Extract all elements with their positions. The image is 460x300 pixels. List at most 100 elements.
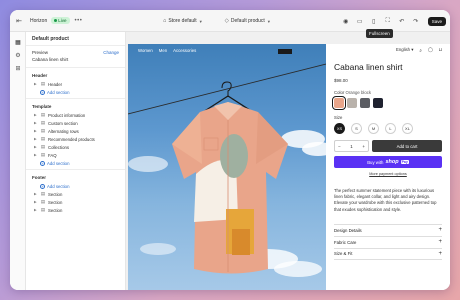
size-option[interactable]: M [368,123,379,134]
store-logo[interactable] [278,49,292,54]
theme-name: Horizon [30,17,48,24]
sidebar-item-faq[interactable]: ▶ ▤ FAQ [26,151,125,159]
sidebar-item-header[interactable]: ▶ ▤ Header [26,80,125,88]
color-swatch[interactable] [373,98,383,108]
undo-icon[interactable]: ↶ [398,17,406,25]
sidebar-item-label: Section [48,207,63,213]
exit-icon[interactable]: ⇤ [10,10,28,32]
search-icon[interactable]: ⌕ [419,48,421,53]
sidebar-item-footer-section[interactable]: ▶ ▤ Section [26,198,125,206]
template-selectors: ⌂ Store default ▼ ◇ Default product ▼ [163,10,271,32]
nav-link[interactable]: Accessories [173,48,196,53]
size-label: Size [334,115,343,120]
pay-badge: Pay [400,160,409,164]
add-section-footer[interactable]: + Add section [26,182,125,190]
section-icon: ▤ [40,120,46,125]
chevron-right-icon[interactable]: ▶ [34,192,38,196]
chevron-right-icon[interactable]: ▶ [34,129,38,133]
header-group: Header ▶ ▤ Header + Add section [26,68,125,99]
chevron-right-icon[interactable]: ▶ [34,208,38,212]
mobile-icon[interactable]: ▯ [370,17,378,25]
sidebar-item-label: Alternating rows [48,128,79,134]
size-option[interactable]: L [385,123,396,134]
sections-icon[interactable]: ▦ [10,36,26,49]
chevron-right-icon[interactable]: ▶ [34,200,38,204]
color-label: Color [334,90,345,95]
sidebar-item-footer-section[interactable]: ▶ ▤ Section [26,190,125,198]
plus-circle-icon: + [40,89,45,95]
store-select[interactable]: ⌂ Store default ▼ [163,18,203,24]
nav-link[interactable]: Men [159,48,167,53]
chevron-right-icon[interactable]: ▶ [34,145,38,149]
chevron-right-icon[interactable]: ▶ [34,82,38,86]
save-button[interactable]: Save [427,16,446,26]
account-icon[interactable]: ◯ [428,47,433,53]
redo-icon[interactable]: ↷ [412,17,420,25]
color-swatch[interactable] [360,98,370,108]
accordion-fabric-care[interactable]: Fabric Care + [334,235,442,248]
sidebar-item-product-information[interactable]: ▶ ▤ Product information [26,111,125,119]
sidebar-item-collections[interactable]: ▶ ▤ Collections [26,143,125,151]
apps-icon[interactable]: ⊞ [10,62,26,75]
chevron-right-icon[interactable]: ▶ [34,137,38,141]
header-group-title: Header [32,73,48,78]
add-section-header[interactable]: + Add section [26,88,125,96]
sidebar-item-recommended-products[interactable]: ▶ ▤ Recommended products [26,135,125,143]
nav-link[interactable]: Women [138,48,153,53]
inspector-icon[interactable]: ◉ [342,17,350,25]
product-select-label: Default product [230,18,265,24]
color-swatch[interactable] [332,96,346,110]
color-swatch[interactable] [347,98,357,108]
size-option[interactable]: XL [402,123,413,134]
chevron-right-icon[interactable]: ▶ [34,121,38,125]
section-icon: ▤ [40,152,46,157]
sections-sidebar: Default product Preview Cabana linen shi… [26,32,126,290]
storefront-utility-bar: English ▾ ⌕ ◯ ⊔ [334,44,442,56]
sidebar-item-custom-section[interactable]: ▶ ▤ Custom section [26,119,125,127]
cart-icon[interactable]: ⊔ [439,47,442,53]
tag-icon: ◇ [224,18,229,24]
buy-with-label: Buy with [367,159,384,165]
template-group: Template ▶ ▤ Product information ▶ ▤ Cus… [26,99,125,170]
more-payment-options-link[interactable]: More payment options [334,172,442,176]
add-section-label: Add section [47,89,70,95]
sidebar-item-label: Section [48,199,63,205]
chevron-right-icon[interactable]: ▶ [34,113,38,117]
plus-circle-icon: + [40,183,45,189]
language-select[interactable]: English ▾ [396,47,413,53]
quantity-stepper[interactable]: − 1 + [334,140,369,152]
decrease-button[interactable]: − [338,144,341,149]
increase-button[interactable]: + [362,144,365,149]
sidebar-item-footer-section[interactable]: ▶ ▤ Section [26,206,125,214]
accordion-label: Design Details [334,227,362,233]
live-badge-label: Live [58,18,67,23]
settings-icon[interactable]: ⚙ [10,49,26,62]
product-select[interactable]: ◇ Default product ▼ [225,18,271,24]
sidebar-item-alternating-rows[interactable]: ▶ ▤ Alternating rows [26,127,125,135]
sidebar-item-label: Header [48,81,63,87]
section-icon: ▤ [40,144,46,149]
shop-pay-button[interactable]: Buy with shop Pay [334,156,442,168]
chevron-right-icon[interactable]: ▶ [34,153,38,157]
product-panel: English ▾ ⌕ ◯ ⊔ Cabana linen shirt $98.0… [326,44,450,290]
size-option[interactable]: XS [334,123,345,134]
add-to-cart-button[interactable]: Add to cart [372,140,442,152]
size-option[interactable]: S [351,123,362,134]
footer-group: Footer + Add section ▶ ▤ Section ▶ ▤ Sec… [26,170,125,216]
section-icon: ▤ [40,191,46,196]
plus-icon: + [438,239,442,246]
desktop-icon[interactable]: ▭ [356,17,364,25]
color-label-row: Color Orange block [334,90,442,95]
editor-window: ⇤ Horizon Live ••• ⌂ Store default ▼ ◇ D… [10,10,450,290]
more-actions-button[interactable]: ••• [75,18,83,24]
add-section-template[interactable]: + Add section [26,159,125,167]
store-select-label: Store default [168,18,197,24]
size-options: XS S M L XL [334,123,442,134]
change-link[interactable]: Change [103,50,119,55]
language-label: English [395,47,411,52]
fullscreen-icon[interactable]: ⛶ [384,17,392,25]
accordion-size-fit[interactable]: Size & Fit + [334,247,442,260]
plus-icon: + [438,227,442,234]
accordion-design-details[interactable]: Design Details + [334,223,442,236]
section-icon: ▤ [40,207,46,212]
